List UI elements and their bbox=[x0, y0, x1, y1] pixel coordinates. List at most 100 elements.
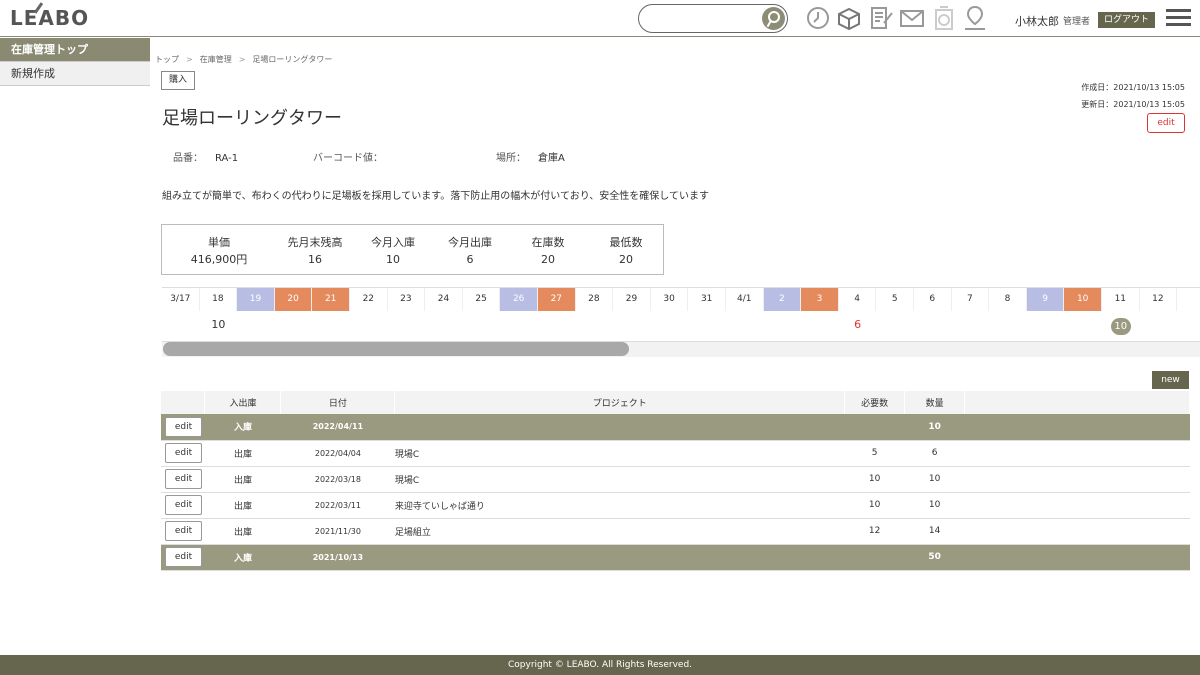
location: 場所： 倉庫A bbox=[496, 149, 565, 164]
row-blank bbox=[964, 518, 1190, 545]
summary-label: 最低数 bbox=[609, 236, 643, 249]
row-edit-cell: edit bbox=[161, 440, 205, 467]
row-project bbox=[394, 544, 845, 571]
summary-label: 先月末残高 bbox=[287, 236, 343, 249]
row-edit-button[interactable]: edit bbox=[165, 443, 202, 463]
row-type: 入庫 bbox=[204, 414, 281, 441]
updated-date: 更新日：2021/10/13 15:05 bbox=[1081, 100, 1185, 109]
breadcrumb-current: 足場ローリングタワー bbox=[252, 55, 333, 64]
created-date: 作成日：2021/10/13 15:05 bbox=[1081, 83, 1185, 92]
calendar-stock-value: 10 bbox=[1110, 318, 1131, 335]
row-qty: 14 bbox=[904, 518, 965, 545]
summary-label: 単価 bbox=[208, 236, 230, 249]
row-edit-cell: edit bbox=[161, 492, 205, 519]
calendar-day: 25 bbox=[463, 288, 501, 311]
search-input[interactable] bbox=[638, 4, 788, 33]
edit-item-button[interactable]: edit bbox=[1147, 113, 1185, 133]
calendar-day: 7 bbox=[952, 288, 990, 311]
breadcrumb-top[interactable]: トップ bbox=[155, 55, 179, 64]
search-icon[interactable] bbox=[762, 7, 785, 30]
table-row: edit 出庫 2022/03/11 来迎寺ていしゃば通り 10 10 bbox=[161, 492, 1190, 519]
location-value: 倉庫A bbox=[538, 153, 565, 164]
timer-icon[interactable] bbox=[931, 5, 957, 31]
row-edit-button[interactable]: edit bbox=[165, 547, 202, 567]
row-project: 現場C bbox=[394, 440, 845, 467]
table-row: edit 入庫 2022/04/11 10 bbox=[161, 414, 1190, 441]
calendar-day: 10 bbox=[1064, 288, 1102, 311]
summary-label: 今月入庫 bbox=[371, 236, 415, 249]
clock-icon[interactable] bbox=[805, 5, 831, 31]
user-role: 管理者 bbox=[1063, 17, 1091, 27]
summary-value: 20 bbox=[619, 253, 633, 266]
calendar-day: 4/1 bbox=[726, 288, 764, 311]
calendar-day: 4 bbox=[839, 288, 877, 311]
barcode: バーコード値： bbox=[313, 149, 395, 164]
footer: Copyright © LEABO. All Rights Reserved. bbox=[0, 655, 1200, 675]
row-project: 現場C bbox=[394, 466, 845, 493]
page: LEABO 小林太郎 管理者 ログアウト 在庫管理トップ 新規作成 トップ > … bbox=[0, 0, 1200, 675]
leabo-logo[interactable]: LEABO bbox=[10, 6, 89, 30]
row-need: 10 bbox=[844, 492, 905, 519]
calendar-day: 3/17 bbox=[162, 288, 200, 311]
breadcrumb-inventory[interactable]: 在庫管理 bbox=[200, 55, 232, 64]
row-qty: 6 bbox=[904, 440, 965, 467]
note-icon[interactable] bbox=[868, 5, 894, 31]
calendar-day: 19 bbox=[237, 288, 275, 311]
col-header-qty: 数量 bbox=[904, 391, 966, 414]
breadcrumb: トップ > 在庫管理 > 足場ローリングタワー bbox=[155, 55, 333, 64]
calendar-scrollbar-thumb[interactable] bbox=[163, 342, 629, 356]
map-pin-icon[interactable] bbox=[962, 5, 988, 31]
date-info: 作成日：2021/10/13 15:05 更新日：2021/10/13 15:0… bbox=[1081, 79, 1185, 113]
calendar-day: 6 bbox=[914, 288, 952, 311]
sidebar: 在庫管理トップ 新規作成 bbox=[0, 38, 150, 86]
row-need bbox=[844, 544, 905, 571]
logout-button[interactable]: ログアウト bbox=[1098, 12, 1155, 28]
table-row: edit 入庫 2021/10/13 50 bbox=[161, 544, 1190, 571]
row-edit-cell: edit bbox=[161, 466, 205, 493]
location-label: 場所： bbox=[496, 153, 526, 164]
item-description: 組み立てが簡単で、布わくの代わりに足場板を採用しています。落下防止用の幅木が付い… bbox=[162, 191, 709, 202]
box-icon[interactable] bbox=[836, 5, 862, 31]
summary-label: 今月出庫 bbox=[448, 236, 492, 249]
row-edit-button[interactable]: edit bbox=[165, 469, 202, 489]
row-type: 入庫 bbox=[204, 544, 281, 571]
row-edit-button[interactable]: edit bbox=[165, 416, 202, 437]
row-edit-button[interactable]: edit bbox=[165, 495, 202, 515]
sidebar-item-new[interactable]: 新規作成 bbox=[0, 62, 150, 86]
calendar-day: 18 bbox=[200, 288, 238, 311]
summary-stock: 在庫数 20 bbox=[508, 234, 588, 268]
new-entry-button[interactable]: new bbox=[1152, 371, 1189, 389]
row-blank bbox=[964, 466, 1190, 493]
row-project: 足場組立 bbox=[394, 518, 845, 545]
row-project: 来迎寺ていしゃば通り bbox=[394, 492, 845, 519]
transaction-table: 入出庫 日付 プロジェクト 必要数 数量 edit 入庫 2022/04/11 10 e… bbox=[161, 391, 1190, 571]
row-edit-cell: edit bbox=[161, 544, 205, 571]
calendar-day: 24 bbox=[425, 288, 463, 311]
part-number-value: RA-1 bbox=[215, 153, 239, 164]
barcode-label: バーコード値： bbox=[313, 153, 383, 164]
calendar-day: 8 bbox=[989, 288, 1027, 311]
row-need bbox=[844, 414, 905, 441]
row-qty: 10 bbox=[904, 466, 965, 493]
col-header-type: 入出庫 bbox=[204, 391, 282, 414]
row-date: 2022/03/18 bbox=[280, 466, 395, 493]
row-date: 2022/04/11 bbox=[280, 414, 395, 441]
mail-icon[interactable] bbox=[899, 5, 925, 31]
row-edit-button[interactable]: edit bbox=[165, 521, 202, 541]
table-row: edit 出庫 2021/11/30 足場組立 12 14 bbox=[161, 518, 1190, 545]
summary-value: 16 bbox=[308, 253, 322, 266]
row-qty: 50 bbox=[904, 544, 965, 571]
row-type: 出庫 bbox=[204, 492, 281, 519]
summary-value: 6 bbox=[466, 253, 474, 266]
sidebar-item-inventory-top[interactable]: 在庫管理トップ bbox=[0, 38, 150, 62]
hamburger-menu-icon[interactable] bbox=[1166, 9, 1191, 27]
row-edit-cell: edit bbox=[161, 414, 205, 441]
part-number-label: 品番： bbox=[173, 153, 203, 164]
summary-last-month-balance: 先月末残高 16 bbox=[275, 234, 355, 268]
calendar-day: 2 bbox=[763, 288, 802, 311]
summary-value: 416,900円 bbox=[190, 253, 248, 266]
summary-value: 20 bbox=[541, 253, 555, 266]
row-blank bbox=[964, 440, 1190, 467]
calendar-day: 29 bbox=[613, 288, 651, 311]
row-type: 出庫 bbox=[204, 440, 281, 467]
